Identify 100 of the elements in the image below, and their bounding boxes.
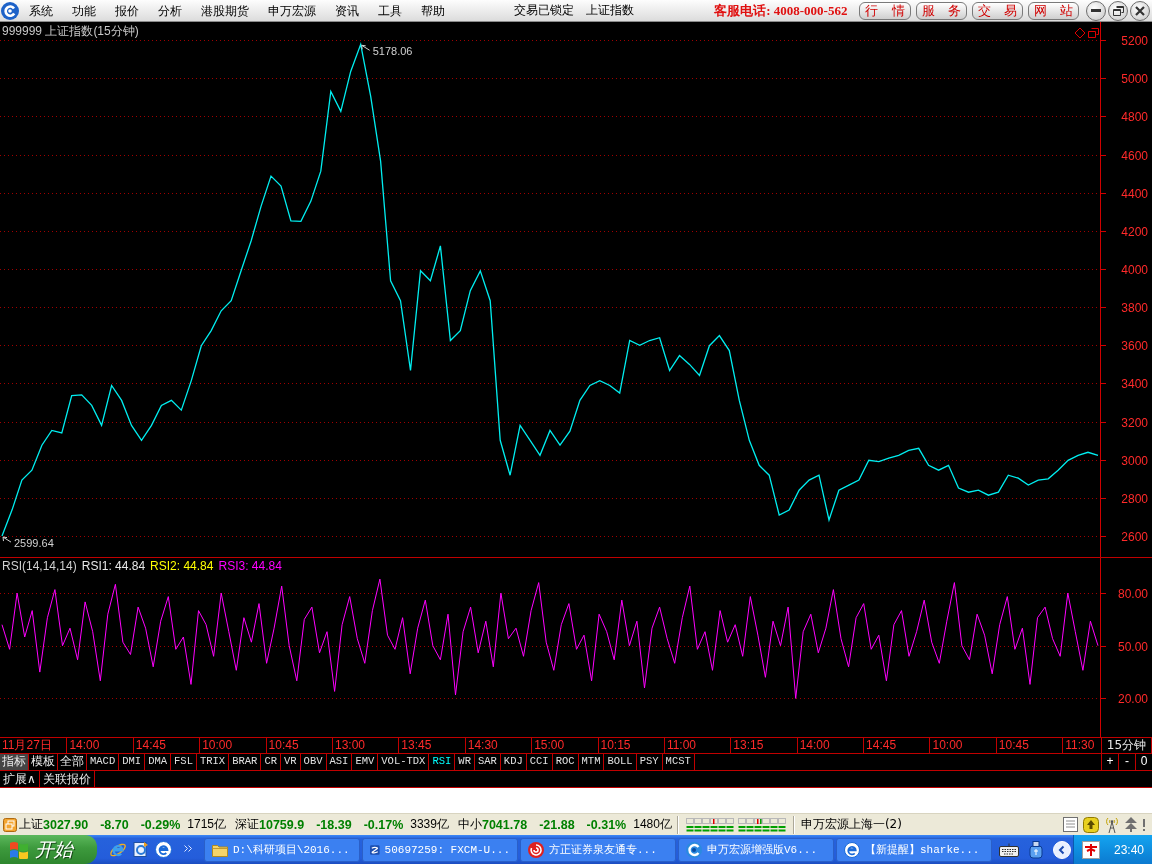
mode-tab[interactable]: 全部	[58, 754, 87, 770]
index-name: 上证	[19, 816, 43, 833]
quick-button[interactable]: 行 情	[859, 1, 911, 20]
browser-icon	[844, 841, 860, 858]
extension-tab[interactable]: 关联报价	[39, 771, 95, 787]
menu-item[interactable]: 功能	[62, 0, 105, 21]
mode-tab[interactable]: 指标	[0, 754, 29, 770]
cross-mark-icon[interactable]	[1081, 840, 1100, 859]
time-label: 11月27日	[1, 738, 53, 753]
minimize-icon	[1091, 9, 1101, 12]
hotline-text: 客服电话: 4008-000-562	[714, 1, 848, 20]
chart-title: 999999 上证指数(15分钟)	[2, 24, 139, 38]
diamond-icon[interactable]	[1074, 27, 1086, 39]
window-icon[interactable]	[1088, 28, 1099, 38]
close-icon	[1135, 5, 1145, 16]
swirl-icon	[528, 841, 544, 858]
extension-tab[interactable]: 扩展∧	[0, 771, 40, 787]
index-price: 3027.90	[43, 817, 89, 832]
axis-label: 5000	[1121, 71, 1148, 86]
keyboard-icon[interactable]	[998, 842, 1019, 857]
menu-item[interactable]: 系统	[19, 0, 62, 21]
task-button[interactable]: 申万宏源增强版V6...	[678, 837, 834, 862]
index-percent: -0.17%	[363, 817, 404, 832]
index-turnover: 1715亿	[187, 816, 226, 833]
task-button[interactable]: 50697259: FXCM-U...	[362, 837, 518, 862]
upload-icon[interactable]	[1083, 816, 1099, 833]
quick-button[interactable]: 交 易	[971, 1, 1023, 20]
axis-label: 3000	[1121, 453, 1148, 468]
axis-label: 2600	[1121, 529, 1148, 544]
server-label: 申万宏源上海一(2)	[800, 816, 902, 833]
restore-button[interactable]	[1108, 0, 1128, 21]
show-hidden-icons-button[interactable]	[1052, 840, 1071, 859]
axis-label: 4400	[1121, 186, 1148, 201]
index-turnover: 1480亿	[633, 816, 672, 833]
axis-label: 5200	[1121, 33, 1148, 48]
index-change: -8.70	[100, 817, 129, 832]
arrow-icon	[361, 44, 371, 51]
menu-item[interactable]: 资讯	[325, 0, 368, 21]
index-name: 深证	[235, 816, 259, 833]
chevron-icon[interactable]	[184, 844, 192, 852]
legend-label: RSI2: 44.84	[150, 559, 214, 573]
index-change: -18.39	[316, 817, 352, 832]
task-button[interactable]: D:\科研项目\2016...	[204, 837, 360, 862]
index-price: 7041.78	[481, 817, 528, 832]
axis-label: 4800	[1121, 109, 1148, 124]
current-index-label: 上证指数	[586, 2, 635, 19]
axis-label: 4200	[1121, 224, 1148, 239]
document-icon[interactable]	[1063, 817, 1078, 832]
mode-tab[interactable]: 模板	[29, 754, 58, 770]
restore-icon	[1112, 5, 1124, 16]
windows-flag-icon	[9, 840, 29, 859]
legend-label: RSI1: 44.84	[81, 559, 146, 573]
meter-icon	[737, 817, 786, 832]
page-icon[interactable]	[133, 841, 149, 858]
axis-label: 50.00	[1117, 639, 1148, 654]
clock: 23:40	[1113, 842, 1144, 857]
start-button[interactable]: 开始	[0, 835, 97, 864]
arrow-icon	[2, 536, 12, 543]
swirl-icon	[686, 841, 702, 858]
index-percent: -0.29%	[140, 817, 181, 832]
axis-label: 3200	[1121, 415, 1148, 430]
lock-status: 交易已锁定	[514, 2, 575, 19]
minimize-button[interactable]	[1086, 0, 1106, 21]
axis-label: 3400	[1121, 376, 1148, 391]
menu-item[interactable]: 帮助	[411, 0, 454, 21]
index-change: -21.88	[539, 817, 575, 832]
axis-label: 4600	[1121, 148, 1148, 163]
menu-item[interactable]: 报价	[105, 0, 148, 21]
index-name: 中小	[457, 816, 482, 833]
double-arrow-up-icon[interactable]	[1125, 817, 1137, 832]
axis-label: 2800	[1121, 491, 1148, 506]
meter-icon	[685, 817, 734, 832]
exclamation-icon[interactable]	[1142, 818, 1146, 831]
usb-device-icon[interactable]	[1028, 840, 1043, 859]
legend-label: RSI3: 44.84	[218, 559, 282, 573]
index-percent: -0.31%	[586, 817, 627, 832]
window-icon[interactable]	[3, 817, 17, 832]
axis-label: 20.00	[1117, 691, 1148, 706]
chart-title: RSI(14,14,14)	[2, 559, 77, 573]
index-turnover: 3339亿	[410, 816, 449, 833]
index-price: 10759.9	[259, 817, 305, 832]
browser-icon[interactable]	[155, 841, 172, 858]
task-button[interactable]: 【新提醒】sharke...	[836, 837, 992, 862]
app-logo-icon	[1, 1, 19, 20]
close-button[interactable]	[1130, 0, 1150, 21]
axis-label: 80.00	[1117, 586, 1148, 601]
quick-button[interactable]: 服 务	[915, 1, 967, 20]
menu-item[interactable]: 申万宏源	[258, 0, 325, 21]
extreme-value-label: 2599.64	[14, 537, 54, 550]
task-button[interactable]: 方正证券泉友通专...	[520, 837, 676, 862]
chevron-left-icon	[1056, 844, 1067, 855]
extreme-value-label: 5178.06	[372, 45, 413, 58]
folder-icon	[212, 842, 228, 857]
quick-button[interactable]: 网 站	[1027, 1, 1079, 20]
antenna-icon[interactable]	[1104, 815, 1120, 834]
menu-item[interactable]: 分析	[148, 0, 191, 21]
menu-item[interactable]: 港股期货	[191, 0, 258, 21]
axis-label: 4000	[1121, 262, 1148, 277]
axis-label: 3800	[1121, 300, 1148, 315]
menu-item[interactable]: 工具	[368, 0, 411, 21]
